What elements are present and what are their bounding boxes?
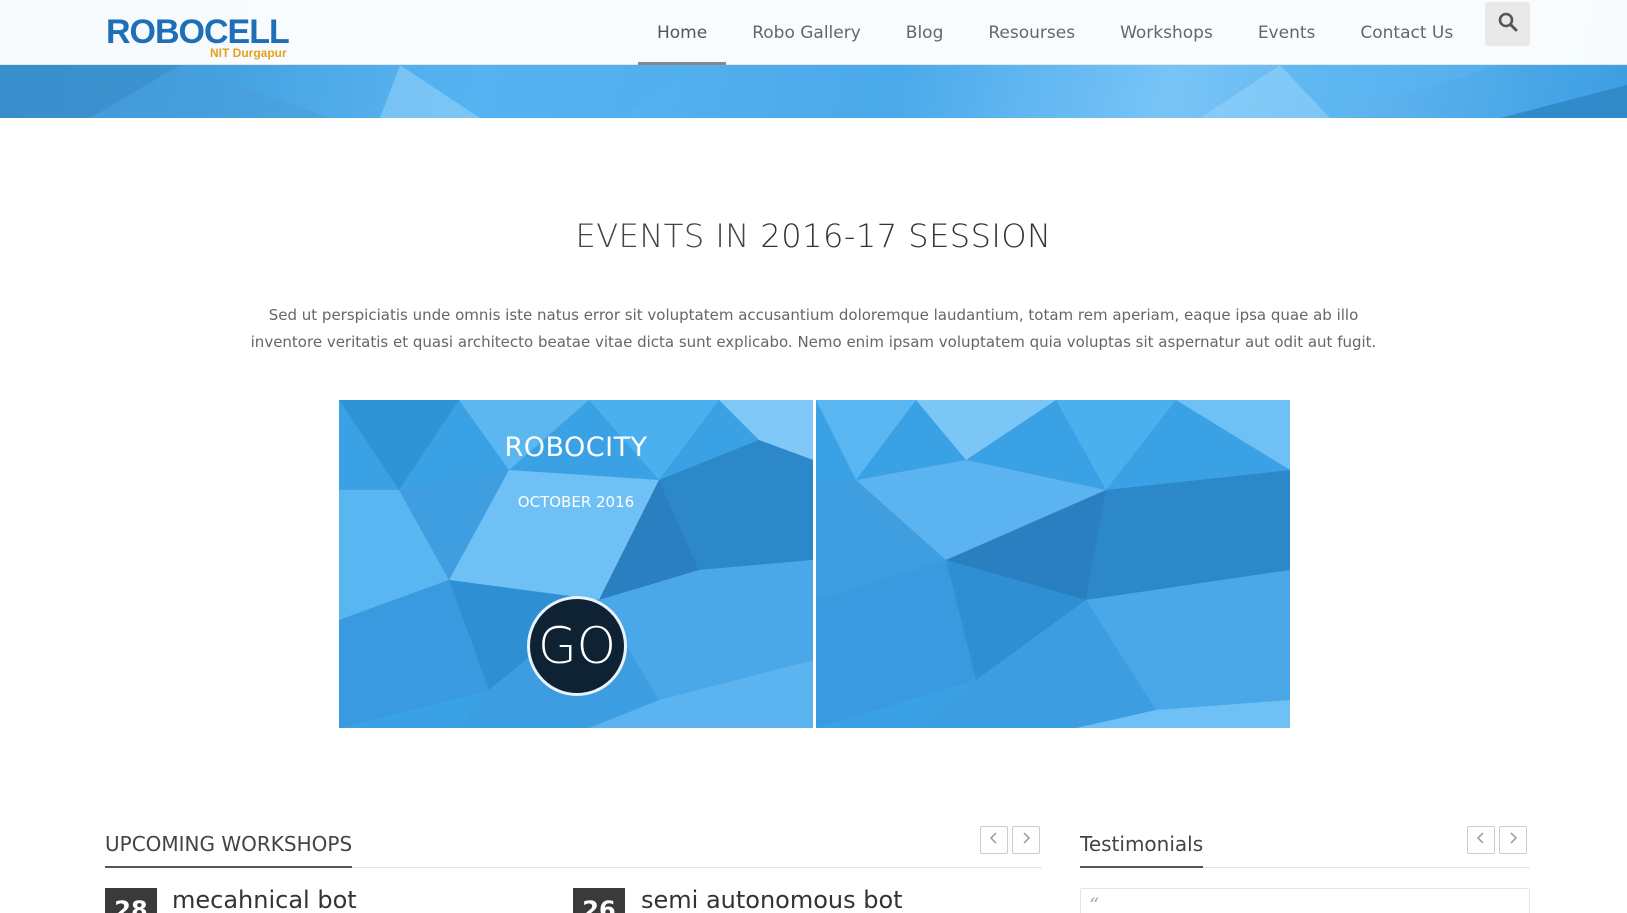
workshop-title[interactable]: semi autonomous bot bbox=[641, 886, 903, 913]
workshop-date-badge: 28 bbox=[105, 888, 157, 913]
testimonials-next-button[interactable] bbox=[1499, 826, 1527, 854]
testimonials-title: Testimonials bbox=[1080, 832, 1204, 868]
events-description: Sed ut perspiciatis unde omnis iste natu… bbox=[250, 306, 1377, 351]
chevron-left-icon bbox=[1476, 831, 1486, 849]
event-card-title: ROBOCITY bbox=[504, 432, 648, 463]
workshops-next-button[interactable] bbox=[1012, 826, 1040, 854]
event-card-robocity[interactable]: ROBOCITY OCTOBER 2016 GO bbox=[339, 400, 813, 728]
site-logo[interactable]: ROBOCELL NIT Durgapur bbox=[106, 12, 290, 62]
workshop-date-badge: 26 bbox=[573, 888, 625, 913]
events-title-light: EVENTS IN bbox=[575, 217, 750, 255]
workshop-title[interactable]: mecahnical bot bbox=[172, 886, 357, 913]
site-header: ROBOCELL NIT Durgapur Home Robo Gallery … bbox=[0, 0, 1627, 65]
search-icon bbox=[1498, 12, 1518, 37]
chevron-right-icon bbox=[1021, 831, 1031, 849]
chevron-right-icon bbox=[1508, 831, 1518, 849]
testimonials-header: Testimonials bbox=[1080, 822, 1530, 868]
logo-subtitle: NIT Durgapur bbox=[210, 46, 287, 60]
nav-robo-gallery[interactable]: Robo Gallery bbox=[733, 0, 880, 65]
testimonial-card: “ bbox=[1080, 888, 1530, 913]
nav-events[interactable]: Events bbox=[1239, 0, 1335, 65]
event-card-date: OCTOBER 2016 bbox=[517, 493, 635, 511]
nav-contact-us[interactable]: Contact Us bbox=[1341, 0, 1472, 65]
workshops-header: UPCOMING WORKSHOPS bbox=[105, 822, 1042, 868]
chevron-left-icon bbox=[989, 831, 999, 849]
events-title-strong: 2016-17 SESSION bbox=[760, 217, 1052, 255]
nav-home[interactable]: Home bbox=[638, 0, 727, 65]
events-section-title: EVENTS IN 2016-17 SESSION bbox=[0, 217, 1627, 255]
main-nav: Home Robo Gallery Blog Resourses Worksho… bbox=[638, 0, 1479, 65]
nav-workshops[interactable]: Workshops bbox=[1101, 0, 1232, 65]
event-card-2[interactable] bbox=[816, 400, 1290, 728]
workshops-prev-button[interactable] bbox=[980, 826, 1008, 854]
search-button[interactable] bbox=[1485, 2, 1530, 46]
quote-mark: “ bbox=[1089, 893, 1100, 913]
nav-blog[interactable]: Blog bbox=[887, 0, 963, 65]
testimonials-prev-button[interactable] bbox=[1467, 826, 1495, 854]
nav-resources[interactable]: Resourses bbox=[969, 0, 1094, 65]
go-button[interactable]: GO bbox=[527, 596, 627, 696]
workshops-title: UPCOMING WORKSHOPS bbox=[105, 832, 353, 868]
